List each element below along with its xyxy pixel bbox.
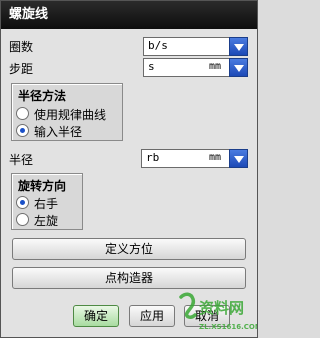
chevron-down-icon xyxy=(234,156,244,163)
radius-value[interactable]: rb xyxy=(146,151,159,164)
point-constructor-button[interactable]: 点构造器 xyxy=(12,267,246,289)
watermark-url: ZL.XS1616.COM xyxy=(199,323,257,331)
pitch-value[interactable]: s xyxy=(148,60,155,73)
watermark-graphic: 资料网 ZL.XS1616.COM xyxy=(179,292,262,331)
ok-button[interactable]: 确定 xyxy=(73,305,119,327)
title-bar[interactable]: 螺旋线 xyxy=(1,1,257,29)
radio-circle xyxy=(16,124,29,137)
rotation-left-hand-radio[interactable]: 左旋 xyxy=(16,212,80,228)
radius-unit: mm xyxy=(208,152,221,163)
watermark-brand: 资料网 xyxy=(199,299,244,317)
window-title: 螺旋线 xyxy=(9,7,49,22)
turns-dropdown-button[interactable] xyxy=(229,37,248,56)
radius-combo[interactable]: rb mm xyxy=(141,149,248,168)
rotation-direction-group: 旋转方向 右手 左旋 xyxy=(11,173,83,230)
radio-label: 输入半径 xyxy=(34,125,83,139)
radio-circle xyxy=(16,107,29,120)
radio-selected-dot xyxy=(20,200,25,205)
define-orientation-button[interactable]: 定义方位 xyxy=(12,238,246,260)
radius-label: 半径 xyxy=(9,153,34,167)
radio-label: 使用规律曲线 xyxy=(34,108,107,122)
turns-value[interactable]: b/s xyxy=(148,39,168,52)
helix-dialog: 螺旋线 圈数 b/s 步距 s mm 半径方法 使用规律曲线 输入半径 半径 r… xyxy=(0,0,262,338)
pitch-combo[interactable]: s mm xyxy=(143,58,248,77)
rotation-right-hand-radio[interactable]: 右手 xyxy=(16,195,80,211)
radio-label: 左旋 xyxy=(34,214,59,228)
pitch-unit: mm xyxy=(208,61,221,72)
radius-method-title: 半径方法 xyxy=(18,89,67,103)
radius-dropdown-button[interactable] xyxy=(229,149,248,168)
apply-button[interactable]: 应用 xyxy=(129,305,175,327)
radio-label: 右手 xyxy=(34,197,59,211)
radio-circle xyxy=(16,196,29,209)
watermark-logo: 资料网 ZL.XS1616.COM xyxy=(177,291,262,337)
pitch-dropdown-button[interactable] xyxy=(229,58,248,77)
chevron-down-icon xyxy=(234,65,244,72)
turns-combo[interactable]: b/s xyxy=(143,37,248,56)
radio-circle xyxy=(16,213,29,226)
radius-method-law-curve-radio[interactable]: 使用规律曲线 xyxy=(16,106,122,122)
turns-label: 圈数 xyxy=(9,40,34,54)
radio-selected-dot xyxy=(20,128,25,133)
radius-method-group: 半径方法 使用规律曲线 输入半径 xyxy=(11,83,123,141)
rotation-direction-title: 旋转方向 xyxy=(18,179,67,193)
chevron-down-icon xyxy=(234,44,244,51)
radius-method-input-radius-radio[interactable]: 输入半径 xyxy=(16,123,122,139)
pitch-label: 步距 xyxy=(9,62,34,76)
